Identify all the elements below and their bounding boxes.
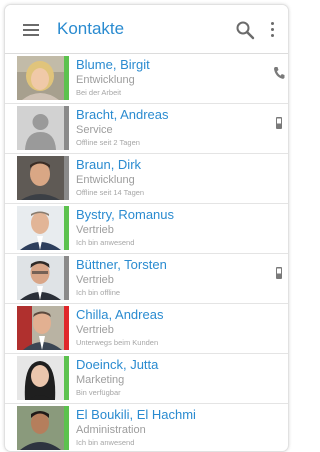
contact-department: Entwicklung — [76, 174, 135, 186]
app-bar: Kontakte — [5, 5, 288, 54]
contact-name: Bystry, Romanus — [76, 207, 175, 222]
search-icon[interactable] — [235, 20, 255, 40]
presence-indicator — [64, 306, 69, 350]
presence-indicator — [64, 56, 69, 100]
presence-indicator — [64, 206, 69, 250]
more-vertical-icon[interactable] — [269, 22, 275, 40]
mobile-phone-icon[interactable] — [273, 266, 285, 280]
contact-status-text: Offline seit 14 Tagen — [76, 188, 145, 197]
contact-row[interactable]: Bystry, Romanus Vertrieb Ich bin anwesen… — [5, 204, 288, 254]
contact-status-text: Bin verfügbar — [76, 388, 121, 397]
contact-row[interactable]: Büttner, Torsten Vertrieb Ich bin offlin… — [5, 254, 288, 304]
contact-row[interactable]: Bracht, Andreas Service Offline seit 2 T… — [5, 104, 288, 154]
mobile-phone-icon[interactable] — [273, 116, 285, 130]
avatar — [17, 406, 64, 450]
contact-department: Vertrieb — [76, 324, 114, 336]
presence-indicator — [64, 406, 69, 450]
contact-department: Marketing — [76, 374, 125, 386]
hamburger-menu-icon[interactable] — [23, 24, 39, 36]
presence-indicator — [64, 356, 69, 400]
contact-status-text: Offline seit 2 Tagen — [76, 138, 140, 147]
contact-status-text: Ich bin anwesend — [76, 238, 135, 247]
contact-name: Blume, Birgit — [76, 57, 150, 72]
page-title: Kontakte — [57, 19, 125, 38]
contact-row[interactable]: Chilla, Andreas Vertrieb Unterwegs beim … — [5, 304, 288, 354]
contact-status-text: Unterwegs beim Kunden — [76, 338, 159, 347]
avatar-placeholder — [17, 106, 64, 150]
contact-name: Braun, Dirk — [76, 157, 142, 172]
contact-name: Büttner, Torsten — [76, 257, 167, 272]
avatar — [17, 306, 64, 350]
contact-department: Service — [76, 124, 113, 136]
contact-department: Administration — [76, 424, 146, 436]
presence-indicator — [64, 156, 69, 200]
avatar — [17, 256, 64, 300]
contact-row[interactable]: Braun, Dirk Entwicklung Offline seit 14 … — [5, 154, 288, 204]
contact-name: El Boukili, El Hachmi — [76, 407, 196, 422]
contact-department: Entwicklung — [76, 74, 135, 86]
avatar — [17, 56, 64, 100]
contact-department: Vertrieb — [76, 274, 114, 286]
contacts-app: Kontakte Blume, Birgit Entwicklung Bei d… — [4, 4, 289, 452]
avatar — [17, 206, 64, 250]
contact-status-text: Ich bin offline — [76, 288, 121, 297]
phone-icon[interactable] — [273, 66, 285, 80]
avatar — [17, 156, 64, 200]
contact-status-text: Ich bin anwesend — [76, 438, 135, 447]
contact-name: Doeinck, Jutta — [76, 357, 159, 372]
contact-row[interactable]: Doeinck, Jutta Marketing Bin verfügbar — [5, 354, 288, 404]
avatar — [17, 356, 64, 400]
presence-indicator — [64, 256, 69, 300]
contact-name: Chilla, Andreas — [76, 307, 164, 322]
contact-row[interactable]: El Boukili, El Hachmi Administration Ich… — [5, 404, 288, 451]
contact-row[interactable]: Blume, Birgit Entwicklung Bei der Arbeit — [5, 54, 288, 104]
contact-department: Vertrieb — [76, 224, 114, 236]
contact-list: Blume, Birgit Entwicklung Bei der Arbeit… — [5, 54, 288, 451]
presence-indicator — [64, 106, 69, 150]
contact-status-text: Bei der Arbeit — [76, 88, 122, 97]
contact-name: Bracht, Andreas — [76, 107, 169, 122]
